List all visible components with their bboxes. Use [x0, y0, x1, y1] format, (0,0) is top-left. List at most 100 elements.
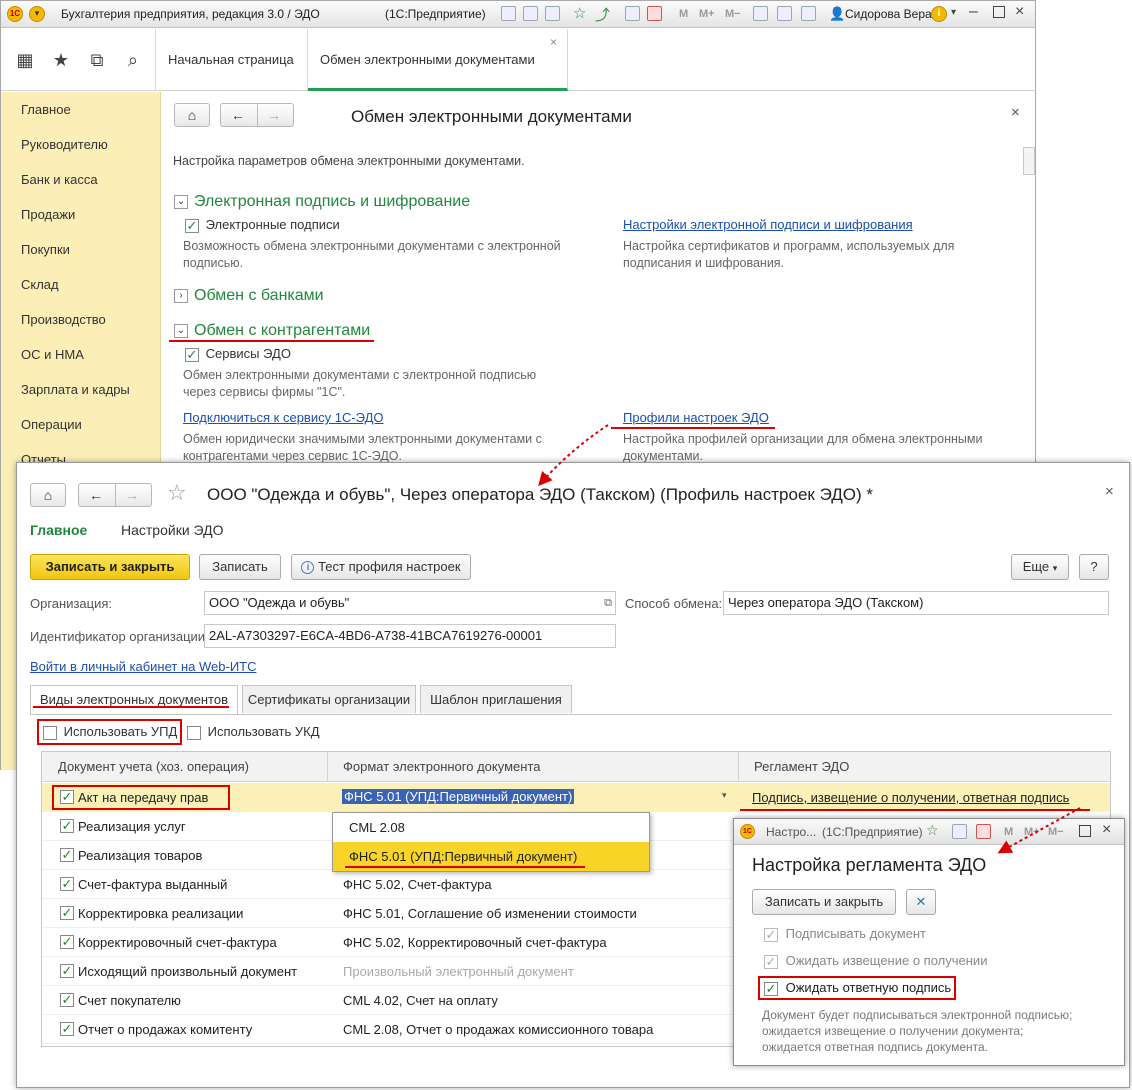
row-checkbox[interactable]: ✓ [60, 790, 74, 804]
favorite-icon[interactable]: ☆ [573, 4, 586, 22]
home-button[interactable]: ⌂ [174, 103, 210, 127]
help-icon[interactable]: i [931, 6, 947, 22]
wait-reply-checkbox-row[interactable]: ✓ Ожидать ответную подпись [764, 980, 951, 996]
close-icon[interactable]: × [1015, 3, 1024, 21]
tab-invite-template[interactable]: Шаблон приглашения [420, 685, 572, 713]
profile-nav-main[interactable]: Главное [30, 522, 87, 538]
maximize-icon[interactable] [993, 6, 1005, 18]
dropdown-option[interactable]: CML 2.08 [333, 813, 649, 842]
table-row[interactable]: ✓ Акт на передачу прав ФНС 5.01 (УПД:Пер… [42, 783, 1110, 812]
esign-settings-link[interactable]: Настройки электронной подписи и шифрован… [623, 217, 913, 232]
m-plus-button[interactable]: M+ [1024, 826, 1040, 838]
m-button[interactable]: M [679, 8, 688, 20]
back-arrow-icon[interactable]: ← [231, 104, 245, 126]
reglament-save-close-button[interactable]: Записать и закрыть [752, 889, 896, 915]
banks-section-title[interactable]: Обмен с банками [194, 287, 324, 305]
split-icon[interactable] [777, 6, 792, 21]
m-button[interactable]: M [1004, 826, 1013, 838]
tab-document-types[interactable]: Виды электронных документов [30, 685, 238, 715]
tab-certificates[interactable]: Сертификаты организации [242, 685, 416, 713]
main-menu-icon[interactable]: ▾ [29, 6, 45, 22]
tab-home[interactable]: Начальная страница [156, 29, 308, 91]
row-reglament-link[interactable]: Подпись, извещение о получении, ответная… [752, 790, 1069, 805]
test-profile-button[interactable]: i Тест профиля настроек [291, 554, 471, 580]
row-checkbox[interactable]: ✓ [60, 993, 74, 1007]
contractors-section-title[interactable]: Обмен с контрагентами [194, 322, 370, 340]
sidebar-item-bank[interactable]: Банк и касса [21, 172, 98, 187]
save-button[interactable]: Записать [199, 554, 281, 580]
help-button[interactable]: ? [1079, 554, 1109, 580]
forward-arrow-icon[interactable]: → [267, 104, 281, 126]
method-field[interactable]: Через оператора ЭДО (Такском) [723, 591, 1109, 615]
row-checkbox[interactable]: ✓ [60, 848, 74, 862]
profile-nav-settings[interactable]: Настройки ЭДО [121, 522, 224, 538]
org-id-field[interactable]: 2AL-A7303297-E6CA-4BD6-A738-41BCA7619276… [204, 624, 616, 648]
favorite-icon[interactable]: ☆ [926, 822, 939, 839]
connect-1c-edo-link[interactable]: Подключиться к сервису 1С-ЭДО [183, 410, 383, 425]
row-checkbox[interactable]: ✓ [60, 935, 74, 949]
web-its-cabinet-link[interactable]: Войти в личный кабинет на Web-ИТС [30, 659, 257, 674]
calculator-icon[interactable] [952, 824, 967, 839]
wait-reply-checkbox[interactable]: ✓ [764, 981, 778, 996]
use-ukd-checkbox[interactable]: ✓ [187, 725, 201, 740]
close-icon[interactable]: × [1102, 821, 1111, 839]
info-icon[interactable] [801, 6, 816, 21]
esign-checkbox[interactable]: ✓ [185, 218, 199, 233]
column-header-reglament[interactable]: Регламент ЭДО [754, 759, 849, 774]
column-header-format[interactable]: Формат электронного документа [343, 759, 540, 774]
back-arrow-icon[interactable]: ← [89, 484, 103, 506]
contractors-section-expander-icon[interactable]: ⌄ [174, 324, 188, 338]
favorites-star-icon[interactable]: ★ [43, 42, 79, 78]
reglament-cancel-close-icon[interactable]: ✕ [906, 889, 936, 915]
org-field[interactable]: ООО "Одежда и обувь" ⧉ [204, 591, 616, 615]
sidebar-item-director[interactable]: Руководителю [21, 137, 108, 152]
edo-services-checkbox-row[interactable]: ✓ Сервисы ЭДО [185, 346, 291, 362]
row-format-selected[interactable]: ФНС 5.01 (УПД:Первичный документ) [342, 789, 575, 804]
banks-section-expander-icon[interactable]: › [174, 289, 188, 303]
minimize-icon[interactable]: – [969, 3, 978, 21]
column-header-doc[interactable]: Документ учета (хоз. операция) [58, 759, 249, 774]
row-checkbox[interactable]: ✓ [60, 877, 74, 891]
calendar-icon[interactable] [976, 824, 991, 839]
apps-grid-icon[interactable]: ▦ [7, 42, 43, 78]
save-close-button[interactable]: Записать и закрыть [30, 554, 190, 580]
dropdown-option-selected[interactable]: ФНС 5.01 (УПД:Первичный документ) [333, 842, 649, 871]
use-upd-checkbox[interactable]: ✓ [43, 725, 57, 740]
sidebar-item-purchases[interactable]: Покупки [21, 242, 70, 257]
m-plus-button[interactable]: M+ [699, 8, 715, 20]
link-icon[interactable]: ⤴ [595, 4, 610, 25]
edo-services-checkbox[interactable]: ✓ [185, 347, 199, 362]
more-button[interactable]: Еще ▾ [1011, 554, 1069, 580]
user-name[interactable]: Сидорова Вера [845, 7, 932, 21]
search-icon[interactable]: ⌕ [115, 42, 151, 78]
esign-checkbox-row[interactable]: ✓ Электронные подписи [185, 217, 340, 233]
calculator-icon[interactable] [625, 6, 640, 21]
tab-edo[interactable]: Обмен электронными документами × [308, 29, 568, 91]
row-checkbox[interactable]: ✓ [60, 964, 74, 978]
forward-arrow-icon[interactable]: → [125, 484, 139, 506]
sidebar-item-sales[interactable]: Продажи [21, 207, 75, 222]
row-checkbox[interactable]: ✓ [60, 906, 74, 920]
m-minus-button[interactable]: M− [725, 8, 741, 20]
tab-close-icon[interactable]: × [550, 11, 557, 73]
sidebar-item-assets[interactable]: ОС и НМА [21, 347, 84, 362]
edo-profiles-link[interactable]: Профили настроек ЭДО [623, 410, 769, 425]
profile-home-button[interactable]: ⌂ [30, 483, 66, 507]
row-checkbox[interactable]: ✓ [60, 1022, 74, 1036]
sidebar-item-production[interactable]: Производство [21, 312, 106, 327]
maximize-icon[interactable] [1079, 825, 1091, 837]
use-ukd-checkbox-row[interactable]: ✓ Использовать УКД [187, 724, 320, 740]
favorite-star-icon[interactable]: ☆ [167, 480, 187, 506]
sidebar-item-warehouse[interactable]: Склад [21, 277, 59, 292]
sign-section-title[interactable]: Электронная подпись и шифрование [194, 193, 470, 211]
calendar-icon[interactable] [647, 6, 662, 21]
sidebar-item-salary[interactable]: Зарплата и кадры [21, 382, 130, 397]
profile-close-icon[interactable]: × [1105, 483, 1114, 500]
page-close-icon[interactable]: × [1011, 104, 1020, 121]
row-checkbox[interactable]: ✓ [60, 819, 74, 833]
sidebar-item-main[interactable]: Главное [21, 102, 71, 117]
dropdown-arrow-icon[interactable]: ▾ [722, 790, 727, 801]
print-icon[interactable] [523, 6, 538, 21]
sidebar-item-operations[interactable]: Операции [21, 417, 82, 432]
history-icon[interactable]: ⧉ [79, 42, 115, 78]
